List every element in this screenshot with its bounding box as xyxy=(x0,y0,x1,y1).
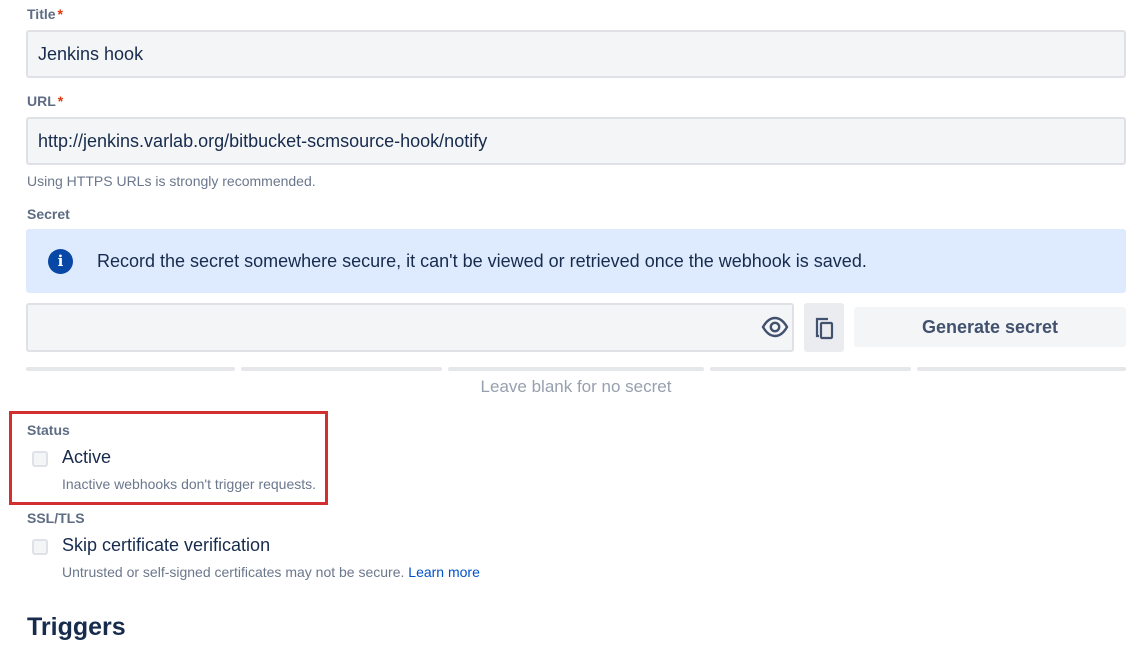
strength-bar-segment xyxy=(917,367,1126,371)
active-checkbox[interactable] xyxy=(32,451,48,467)
info-icon: i xyxy=(48,249,73,274)
eye-icon[interactable] xyxy=(761,316,789,338)
url-input[interactable]: http://jenkins.varlab.org/bitbucket-scms… xyxy=(26,117,1126,165)
title-label-text: Title xyxy=(27,6,56,22)
generate-secret-button[interactable]: Generate secret xyxy=(854,307,1126,347)
copy-secret-button[interactable] xyxy=(804,303,844,352)
strength-bar-segment xyxy=(448,367,704,371)
url-help-text: Using HTTPS URLs is strongly recommended… xyxy=(27,173,316,189)
active-label[interactable]: Active xyxy=(62,447,111,468)
strength-bar-segment xyxy=(710,367,911,371)
skip-cert-help-text: Untrusted or self-signed certificates ma… xyxy=(62,564,405,580)
title-input[interactable]: Jenkins hook xyxy=(26,30,1126,78)
status-label: Status xyxy=(27,422,70,438)
url-label-text: URL xyxy=(27,93,56,109)
skip-cert-checkbox[interactable] xyxy=(32,539,48,555)
strength-bar-segment xyxy=(241,367,442,371)
skip-cert-help: Untrusted or self-signed certificates ma… xyxy=(62,564,480,580)
ssl-tls-label: SSL/TLS xyxy=(27,510,85,526)
copy-icon xyxy=(815,317,834,340)
secret-strength-text: Leave blank for no secret xyxy=(480,377,672,396)
title-label: Title * xyxy=(27,6,63,22)
url-label: URL * xyxy=(27,93,63,109)
title-input-value: Jenkins hook xyxy=(38,44,144,64)
secret-label: Secret xyxy=(27,206,70,222)
secret-input[interactable] xyxy=(26,303,794,352)
webhook-form: Title * Jenkins hook URL * http://jenkins.… xyxy=(0,0,1139,651)
required-mark: * xyxy=(57,93,64,109)
skip-cert-label[interactable]: Skip certificate verification xyxy=(62,535,270,556)
strength-bar-segment xyxy=(26,367,235,371)
required-mark: * xyxy=(57,6,63,22)
triggers-heading: Triggers xyxy=(27,613,126,641)
learn-more-link[interactable]: Learn more xyxy=(408,564,480,580)
url-input-value: http://jenkins.varlab.org/bitbucket-scms… xyxy=(38,131,488,151)
secret-info-text: Record the secret somewhere secure, it c… xyxy=(97,251,867,271)
secret-info-panel: i Record the secret somewhere secure, it… xyxy=(26,229,1126,293)
active-help-text: Inactive webhooks don't trigger requests… xyxy=(62,476,317,492)
